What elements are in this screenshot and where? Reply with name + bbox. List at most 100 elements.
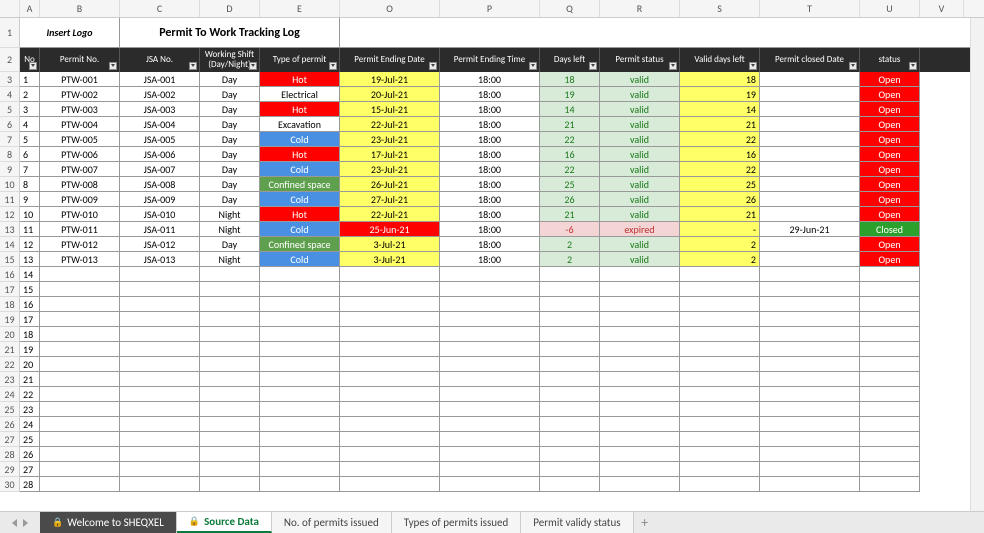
table-cell[interactable] (600, 447, 680, 462)
table-cell[interactable] (200, 312, 260, 327)
table-cell[interactable]: 22 (540, 132, 600, 147)
filter-dropdown-icon[interactable] (429, 62, 437, 70)
table-cell[interactable] (600, 297, 680, 312)
table-cell[interactable] (600, 462, 680, 477)
table-cell[interactable]: Open (860, 252, 920, 267)
table-cell[interactable]: 4 (20, 117, 40, 132)
table-cell[interactable]: PTW-004 (40, 117, 120, 132)
table-cell[interactable]: 17-Jul-21 (340, 147, 440, 162)
column-header[interactable]: U (860, 0, 920, 17)
sheet-tab[interactable]: 🔒Source Data (177, 512, 272, 533)
table-cell[interactable] (600, 267, 680, 282)
table-cell[interactable] (680, 417, 760, 432)
table-cell[interactable] (120, 297, 200, 312)
table-cell[interactable]: Confined space (260, 177, 340, 192)
table-cell[interactable]: 18:00 (440, 132, 540, 147)
vertical-scrollbar[interactable] (970, 18, 984, 511)
table-cell[interactable]: 24 (20, 417, 40, 432)
sheet-tab[interactable]: No. of permits issued (272, 512, 392, 533)
table-cell[interactable] (200, 267, 260, 282)
table-cell[interactable] (260, 342, 340, 357)
table-cell[interactable] (340, 432, 440, 447)
table-cell[interactable]: PTW-013 (40, 252, 120, 267)
table-cell[interactable]: 21 (540, 207, 600, 222)
table-cell[interactable] (340, 357, 440, 372)
table-cell[interactable]: Cold (260, 162, 340, 177)
table-cell[interactable] (540, 312, 600, 327)
table-cell[interactable]: 18:00 (440, 87, 540, 102)
table-cell[interactable] (340, 282, 440, 297)
row-header[interactable]: 1 (0, 18, 20, 48)
table-cell[interactable] (680, 477, 760, 492)
table-cell[interactable]: 22 (540, 162, 600, 177)
row-header[interactable]: 9 (0, 162, 20, 177)
row-header[interactable]: 5 (0, 102, 20, 117)
row-header[interactable]: 6 (0, 117, 20, 132)
table-cell[interactable]: PTW-011 (40, 222, 120, 237)
table-cell[interactable] (540, 447, 600, 462)
table-cell[interactable]: Open (860, 147, 920, 162)
table-cell[interactable]: 26 (680, 192, 760, 207)
table-cell[interactable] (860, 342, 920, 357)
table-cell[interactable]: Open (860, 87, 920, 102)
table-cell[interactable] (860, 447, 920, 462)
column-header[interactable]: V (920, 0, 964, 17)
table-cell[interactable] (40, 372, 120, 387)
table-cell[interactable]: PTW-010 (40, 207, 120, 222)
row-header[interactable]: 2 (0, 48, 20, 72)
table-cell[interactable] (200, 402, 260, 417)
table-cell[interactable]: PTW-007 (40, 162, 120, 177)
table-cell[interactable]: Day (200, 192, 260, 207)
table-cell[interactable]: PTW-006 (40, 147, 120, 162)
table-cell[interactable] (340, 477, 440, 492)
table-cell[interactable] (540, 342, 600, 357)
table-cell[interactable]: 18 (540, 72, 600, 87)
table-cell[interactable] (200, 342, 260, 357)
chevron-left-icon[interactable] (12, 519, 17, 527)
row-header[interactable]: 26 (0, 417, 20, 432)
table-cell[interactable] (260, 312, 340, 327)
table-cell[interactable] (680, 462, 760, 477)
filter-dropdown-icon[interactable] (29, 62, 37, 70)
table-cell[interactable]: JSA-005 (120, 132, 200, 147)
table-cell[interactable] (540, 327, 600, 342)
table-cell[interactable] (340, 312, 440, 327)
row-header[interactable]: 28 (0, 447, 20, 462)
table-cell[interactable] (860, 402, 920, 417)
row-header[interactable]: 14 (0, 237, 20, 252)
filter-dropdown-icon[interactable] (849, 62, 857, 70)
row-header[interactable]: 4 (0, 87, 20, 102)
table-cell[interactable] (760, 72, 860, 87)
table-cell[interactable] (440, 342, 540, 357)
table-cell[interactable]: 25-Jun-21 (340, 222, 440, 237)
table-cell[interactable]: 18 (680, 72, 760, 87)
table-cell[interactable]: JSA-009 (120, 192, 200, 207)
table-cell[interactable] (540, 267, 600, 282)
table-cell[interactable] (440, 357, 540, 372)
corner-cell[interactable] (0, 0, 20, 17)
table-cell[interactable] (340, 267, 440, 282)
table-cell[interactable]: 22 (680, 162, 760, 177)
table-cell[interactable] (440, 372, 540, 387)
table-cell[interactable] (200, 417, 260, 432)
table-cell[interactable] (680, 267, 760, 282)
table-cell[interactable] (120, 462, 200, 477)
table-cell[interactable]: 25 (540, 177, 600, 192)
table-cell[interactable] (860, 297, 920, 312)
table-cell[interactable] (680, 447, 760, 462)
table-cell[interactable] (760, 207, 860, 222)
table-cell[interactable]: 2 (680, 237, 760, 252)
table-cell[interactable] (340, 342, 440, 357)
table-cell[interactable]: Day (200, 102, 260, 117)
table-cell[interactable] (600, 387, 680, 402)
table-cell[interactable] (760, 447, 860, 462)
table-cell[interactable]: Open (860, 162, 920, 177)
table-cell[interactable] (340, 327, 440, 342)
table-cell[interactable]: 3-Jul-21 (340, 252, 440, 267)
table-cell[interactable] (120, 387, 200, 402)
table-cell[interactable] (680, 372, 760, 387)
table-cell[interactable]: 18:00 (440, 102, 540, 117)
table-cell[interactable]: 13 (20, 252, 40, 267)
row-header[interactable]: 22 (0, 357, 20, 372)
table-cell[interactable] (680, 327, 760, 342)
